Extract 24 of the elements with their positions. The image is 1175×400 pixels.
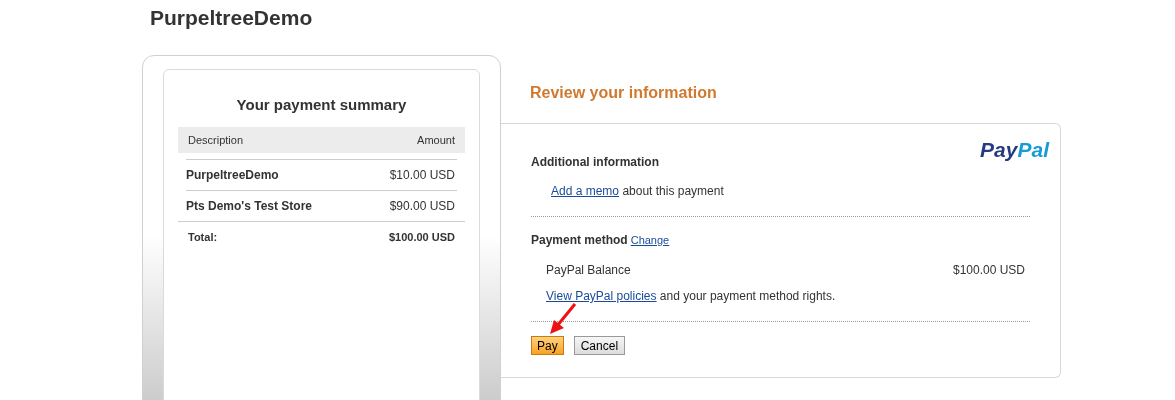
- column-header: Amount: [417, 132, 455, 148]
- total-amount: $100.00 USD: [388, 230, 455, 245]
- change-link[interactable]: Change: [630, 232, 670, 249]
- page-title: PurpeltreeDemo: [150, 5, 313, 31]
- item-description: Pts Demo's Test Store: [186, 198, 312, 215]
- column-header: Description: [188, 132, 244, 148]
- total-label: Total:: [188, 230, 218, 245]
- memo-text: Add a memo about this payment: [551, 183, 725, 200]
- item-description: PurpeltreeDemo: [186, 167, 279, 184]
- policies-text: View PayPal policies and your payment method rights.: [546, 288, 837, 305]
- payment-amount: $100.00 USD: [952, 262, 1025, 279]
- add-memo-link[interactable]: Add a memo: [551, 184, 620, 198]
- policies-link[interactable]: View PayPal policies: [546, 289, 657, 303]
- section-heading: Payment method: [531, 232, 628, 249]
- summary-title: Your payment summary: [235, 95, 408, 115]
- pay-button[interactable]: Pay: [531, 336, 564, 355]
- paypal-logo: PayPal: [980, 137, 1049, 163]
- payment-source: PayPal Balance: [546, 262, 631, 279]
- section-heading: Additional information: [531, 154, 660, 171]
- cancel-button[interactable]: Cancel: [573, 336, 626, 355]
- review-heading: Review your information: [530, 83, 718, 103]
- item-amount: $90.00 USD: [389, 198, 456, 215]
- arrow-icon: [548, 302, 578, 336]
- item-amount: $10.00 USD: [389, 167, 456, 184]
